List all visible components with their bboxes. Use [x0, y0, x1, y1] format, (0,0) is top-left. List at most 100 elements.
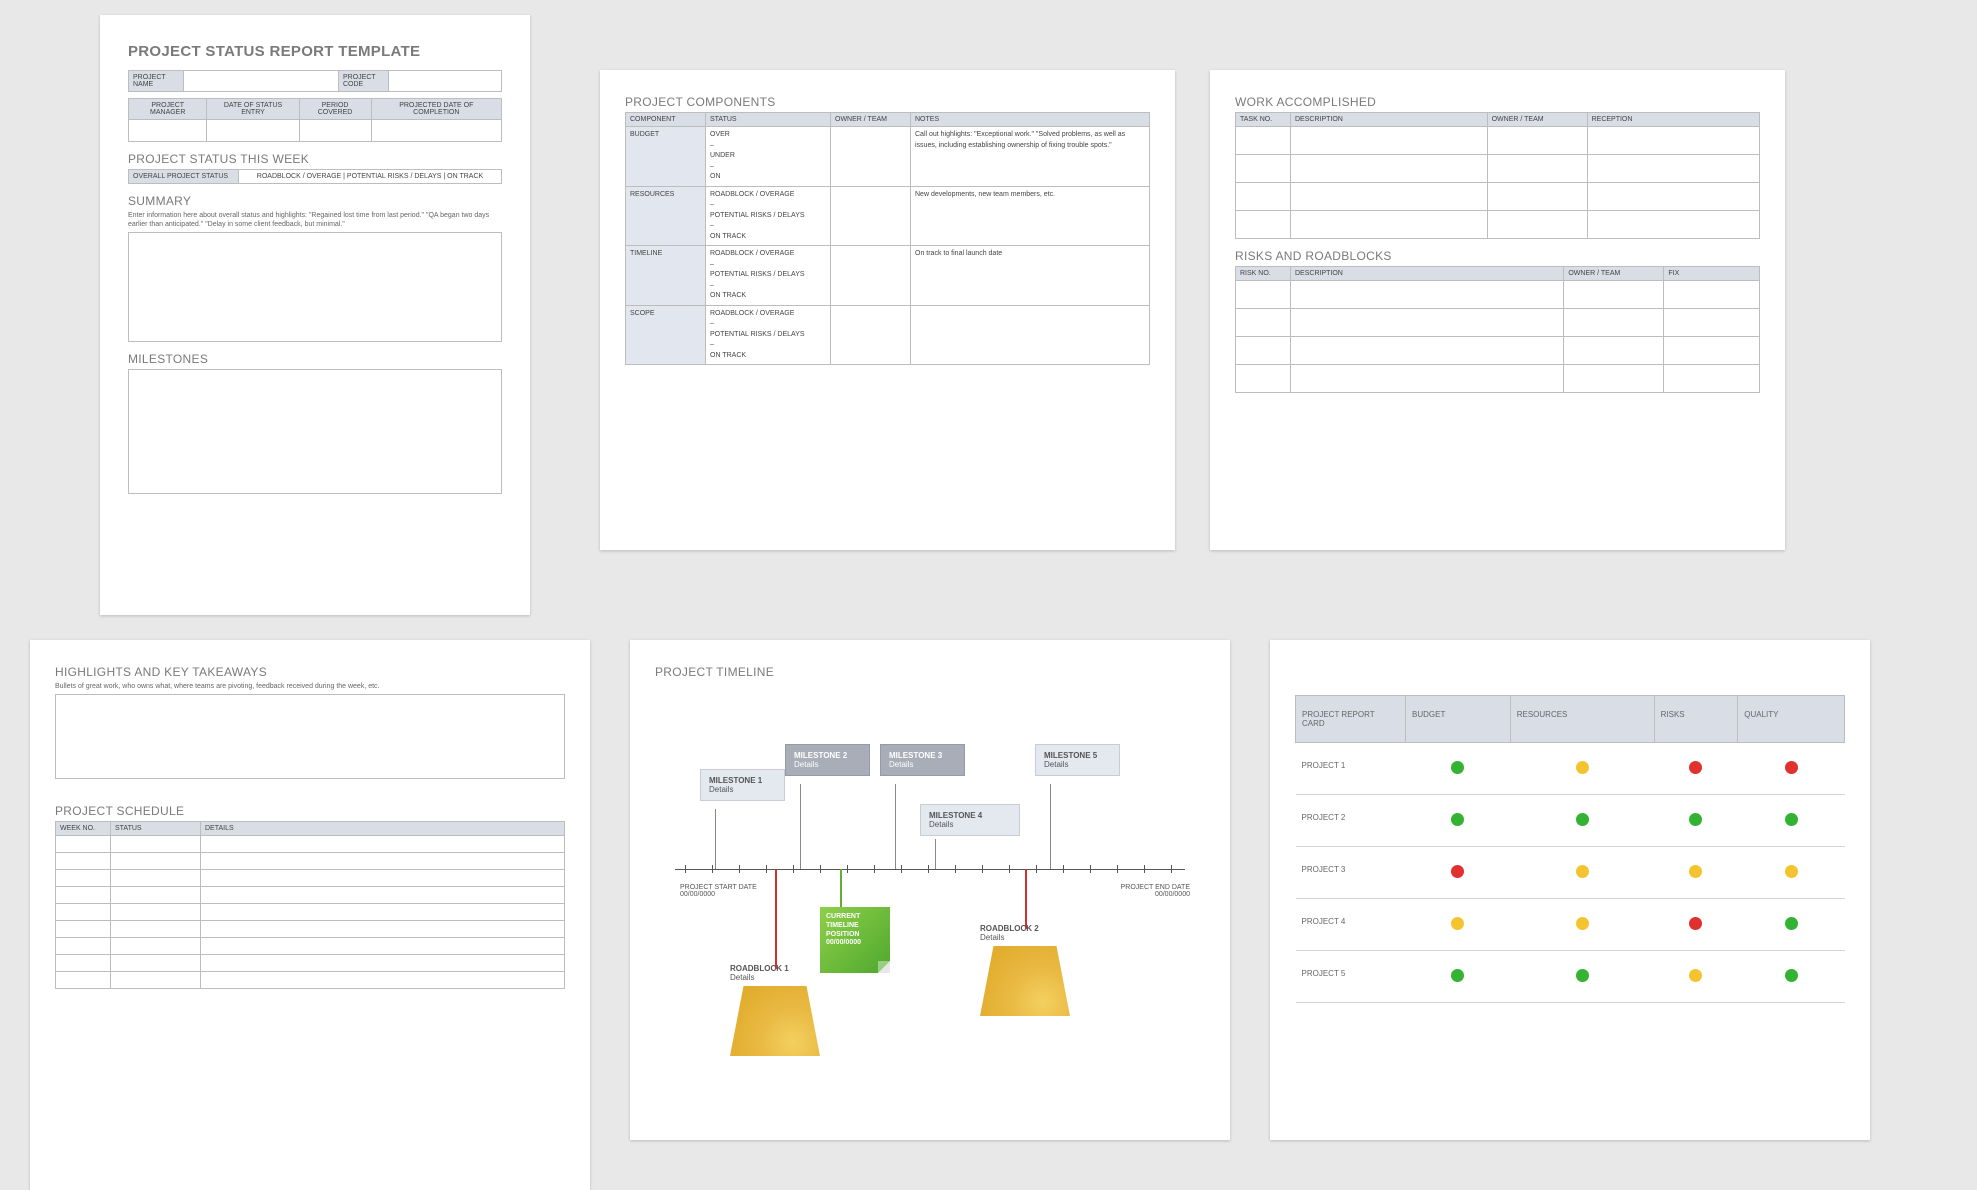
milestones-box[interactable] — [128, 369, 502, 494]
status-cell — [1738, 795, 1845, 847]
milestone-box: MILESTONE 2Details — [785, 744, 870, 776]
input-project-code[interactable] — [389, 71, 502, 92]
tick — [1036, 865, 1037, 873]
timeline-axis — [675, 869, 1185, 870]
status-cell — [1510, 951, 1654, 1003]
status-cell — [1654, 795, 1738, 847]
input-project-name[interactable] — [184, 71, 339, 92]
status-dot — [1689, 969, 1702, 982]
status-options[interactable]: ROADBLOCK / OVERAGE | POTENTIAL RISKS / … — [239, 170, 502, 184]
status-cell — [1406, 899, 1511, 951]
status-dot — [1451, 917, 1464, 930]
schedule-table: WEEK NO. STATUS DETAILS — [55, 821, 565, 989]
component-status[interactable]: ROADBLOCK / OVERAGE – POTENTIAL RISKS / … — [706, 305, 831, 365]
report-card-row: PROJECT 2 — [1296, 795, 1845, 847]
tick — [955, 865, 956, 873]
milestone-line — [715, 809, 716, 869]
component-notes[interactable] — [911, 305, 1150, 365]
tick — [1009, 865, 1010, 873]
summary-box[interactable] — [128, 232, 502, 342]
component-status[interactable]: ROADBLOCK / OVERAGE – POTENTIAL RISKS / … — [706, 186, 831, 246]
week-title: PROJECT STATUS THIS WEEK — [128, 152, 502, 166]
status-cell — [1510, 847, 1654, 899]
status-cell — [1738, 899, 1845, 951]
milestone-line — [800, 784, 801, 869]
tick — [685, 865, 686, 873]
component-status[interactable]: ROADBLOCK / OVERAGE – POTENTIAL RISKS / … — [706, 246, 831, 306]
status-cell — [1510, 795, 1654, 847]
tick — [901, 865, 902, 873]
status-cell — [1738, 951, 1845, 1003]
roadblock-shape — [980, 946, 1070, 1016]
current-line — [840, 869, 842, 909]
component-notes[interactable]: New developments, new team members, etc. — [911, 186, 1150, 246]
tick — [766, 865, 767, 873]
component-owner[interactable] — [831, 127, 911, 187]
label-entry: DATE OF STATUS ENTRY — [207, 99, 299, 120]
component-label: SCOPE — [626, 305, 706, 365]
note-fold — [878, 961, 890, 973]
status-dot — [1785, 865, 1798, 878]
milestone-box: MILESTONE 5Details — [1035, 744, 1120, 776]
status-dot — [1576, 761, 1589, 774]
status-dot — [1785, 761, 1798, 774]
label-overall-status: OVERALL PROJECT STATUS — [129, 170, 239, 184]
status-dot — [1689, 917, 1702, 930]
tick — [1090, 865, 1091, 873]
highlights-title: HIGHLIGHTS AND KEY TAKEAWAYS — [55, 665, 565, 679]
page-timeline: PROJECT TIMELINE MILESTONE 1Details MILE… — [630, 640, 1230, 1140]
status-dot — [1451, 813, 1464, 826]
start-date-label: PROJECT START DATE00/00/0000 — [680, 884, 770, 898]
status-cell — [1510, 899, 1654, 951]
project-name: PROJECT 2 — [1296, 795, 1406, 847]
milestone-line — [895, 784, 896, 869]
status-row: OVERALL PROJECT STATUS ROADBLOCK / OVERA… — [128, 169, 502, 184]
status-cell — [1654, 847, 1738, 899]
risks-table: RISK NO. DESCRIPTION OWNER / TEAM FIX — [1235, 266, 1760, 393]
component-label: BUDGET — [626, 127, 706, 187]
label-period: PERIOD COVERED — [299, 99, 371, 120]
roadblock-box: ROADBLOCK 2Details — [980, 924, 1070, 1016]
status-dot — [1576, 969, 1589, 982]
milestone-line — [1050, 784, 1051, 869]
timeline-area: MILESTONE 1Details MILESTONE 2Details MI… — [655, 689, 1205, 1089]
highlights-box[interactable] — [55, 694, 565, 779]
summary-title: SUMMARY — [128, 194, 502, 208]
status-cell — [1654, 951, 1738, 1003]
milestone-box: MILESTONE 4Details — [920, 804, 1020, 836]
page-highlights-schedule: HIGHLIGHTS AND KEY TAKEAWAYS Bullets of … — [30, 640, 590, 1190]
milestones-title: MILESTONES — [128, 352, 502, 366]
component-notes[interactable]: Call out highlights: "Exceptional work."… — [911, 127, 1150, 187]
label-project-name: PROJECT NAME — [129, 71, 184, 92]
components-title: PROJECT COMPONENTS — [625, 95, 1150, 109]
status-cell — [1654, 743, 1738, 795]
status-cell — [1406, 951, 1511, 1003]
component-owner[interactable] — [831, 305, 911, 365]
component-owner[interactable] — [831, 246, 911, 306]
tick — [793, 865, 794, 873]
risks-title: RISKS AND ROADBLOCKS — [1235, 249, 1760, 263]
page-work-risks: WORK ACCOMPLISHED TASK NO. DESCRIPTION O… — [1210, 70, 1785, 550]
tick — [982, 865, 983, 873]
work-accomplished-table: TASK NO. DESCRIPTION OWNER / TEAM RECEPT… — [1235, 112, 1760, 239]
tick — [1144, 865, 1145, 873]
tick — [1117, 865, 1118, 873]
milestone-line — [935, 839, 936, 869]
status-dot — [1451, 761, 1464, 774]
status-cell — [1510, 743, 1654, 795]
roadblock-box: ROADBLOCK 1Details — [730, 964, 820, 1056]
project-name: PROJECT 1 — [1296, 743, 1406, 795]
tick — [1063, 865, 1064, 873]
project-id-table: PROJECT NAME PROJECT CODE — [128, 70, 502, 92]
component-status[interactable]: OVER – UNDER – ON — [706, 127, 831, 187]
report-card-row: PROJECT 5 — [1296, 951, 1845, 1003]
roadblock-line — [775, 869, 777, 969]
roadblock-line — [1025, 869, 1027, 929]
end-date-label: PROJECT END DATE00/00/0000 — [1100, 884, 1190, 898]
tick — [820, 865, 821, 873]
summary-hint: Enter information here about overall sta… — [128, 211, 502, 229]
status-dot — [1576, 865, 1589, 878]
component-notes[interactable]: On track to final launch date — [911, 246, 1150, 306]
component-owner[interactable] — [831, 186, 911, 246]
title: PROJECT STATUS REPORT TEMPLATE — [128, 43, 502, 60]
